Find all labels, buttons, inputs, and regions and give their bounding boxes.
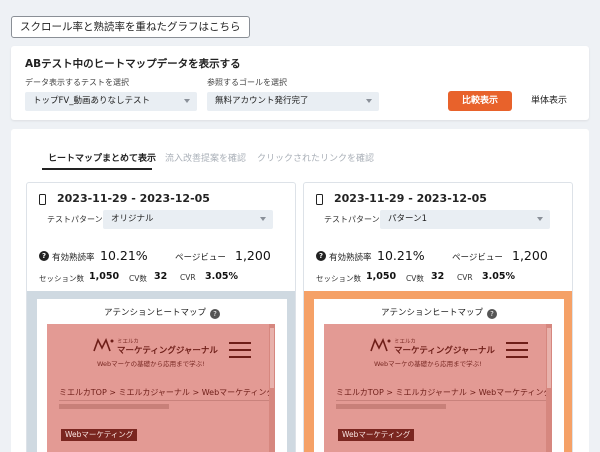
read-rate-value: 10.21% (377, 248, 425, 263)
heatmap-title-text: アテンションヒートマップ (103, 308, 206, 318)
logo-subtitle: Webマーケの基礎から応用まで学ぶ! (97, 360, 205, 368)
logo-text: マーケティングジャーナル (394, 346, 495, 356)
question-circle-icon[interactable]: ? (210, 309, 220, 319)
pattern-label: テストパターン (47, 215, 103, 224)
sessions-value: 1,050 (366, 271, 397, 282)
pageview-value: 1,200 (512, 248, 548, 263)
cvr-label: CVR (457, 273, 473, 282)
card-header: 2023-11-29 - 2023-12-05 テストパターン パターン1 ? … (304, 183, 572, 291)
graph-link-button[interactable]: スクロール率と熟読率を重ねたグラフはこちら (11, 16, 250, 38)
question-circle-icon[interactable]: ? (316, 251, 326, 261)
pattern-select[interactable]: パターン1 (380, 210, 550, 229)
date-range: 2023-11-29 - 2023-12-05 (57, 192, 210, 205)
category-tag[interactable]: Webマーケティング (61, 429, 138, 441)
logo-icon (93, 338, 114, 352)
read-rate-value: 10.21% (100, 248, 148, 263)
horizontal-scrollbar[interactable] (59, 404, 169, 409)
read-rate-label: 有効熟読率 (329, 253, 372, 263)
heatmap-title: アテンションヒートマップ? (37, 306, 287, 319)
goal-select-label: 参照するゴールを選択 (207, 78, 287, 87)
cv-value: 32 (154, 271, 168, 282)
panel-title: ABテスト中のヒートマップデータを表示する (25, 58, 241, 70)
comparison-card-original: 2023-11-29 - 2023-12-05 テストパターン オリジナル ? … (26, 182, 296, 452)
cv-value: 32 (431, 271, 445, 282)
logo-subtitle: Webマーケの基礎から応用まで学ぶ! (374, 360, 482, 368)
pattern-select[interactable]: オリジナル (103, 210, 273, 229)
question-circle-icon[interactable]: ? (39, 251, 49, 261)
test-select-label: データ表示するテストを選択 (25, 78, 129, 87)
horizontal-scrollbar[interactable] (336, 404, 446, 409)
tab-heatmap-summary[interactable]: ヒートマップまとめて表示 (48, 151, 156, 164)
goal-select-value: 無料アカウント発行完了 (215, 96, 309, 106)
hamburger-icon[interactable] (229, 342, 251, 358)
active-tab-indicator (42, 168, 152, 170)
chevron-down-icon (260, 217, 266, 221)
sessions-value: 1,050 (89, 271, 120, 282)
smartphone-icon (316, 194, 323, 205)
heatmap-title: アテンションヒートマップ? (314, 306, 564, 319)
pageview-value: 1,200 (235, 248, 271, 263)
tab-inflow-suggestions[interactable]: 流入改善提案を確認 (165, 151, 246, 164)
breadcrumb: ミエルカTOP > ミエルカジャーナル > Webマーケティング (336, 388, 552, 397)
breadcrumb-divider (336, 400, 546, 401)
heatmap-area: アテンションヒートマップ? ミエルカ マーケティングジャーナル Webマーケの基… (304, 291, 572, 452)
hamburger-icon[interactable] (506, 342, 528, 358)
cv-label: CV数 (129, 274, 147, 283)
card-header: 2023-11-29 - 2023-12-05 テストパターン オリジナル ? … (27, 183, 295, 291)
chevron-down-icon (184, 99, 190, 103)
ab-test-panel: ABテスト中のヒートマップデータを表示する データ表示するテストを選択 トップF… (11, 46, 589, 120)
breadcrumb: ミエルカTOP > ミエルカジャーナル > Webマーケティング (59, 388, 275, 397)
single-view-button[interactable]: 単体表示 (521, 91, 577, 111)
heatmap-area: アテンションヒートマップ? ミエルカ マーケティングジャーナル Webマーケの基… (27, 291, 295, 452)
pattern-select-value: オリジナル (111, 214, 154, 224)
pattern-select-value: パターン1 (388, 214, 427, 224)
comparison-card-pattern1: 2023-11-29 - 2023-12-05 テストパターン パターン1 ? … (303, 182, 573, 452)
smartphone-icon (39, 194, 46, 205)
test-select-value: トップFV_動画ありなしテスト (33, 96, 150, 106)
pageview-label: ページビュー (175, 253, 226, 263)
pattern-label: テストパターン (324, 215, 380, 224)
sessions-label: セッション数 (316, 274, 361, 283)
read-rate-label: 有効熟読率 (52, 253, 95, 263)
vertical-scrollbar[interactable] (269, 324, 275, 452)
scrollbar-thumb[interactable] (547, 328, 551, 388)
category-tag[interactable]: Webマーケティング (338, 429, 415, 441)
logo-icon (370, 338, 391, 352)
cvr-value: 3.05% (205, 271, 238, 282)
date-range: 2023-11-29 - 2023-12-05 (334, 192, 487, 205)
chevron-down-icon (537, 217, 543, 221)
tab-clicked-links[interactable]: クリックされたリンクを確認 (257, 151, 374, 164)
sessions-label: セッション数 (39, 274, 84, 283)
heatmap-frame: アテンションヒートマップ? ミエルカ マーケティングジャーナル Webマーケの基… (314, 299, 564, 452)
page-preview[interactable]: ミエルカ マーケティングジャーナル Webマーケの基礎から応用まで学ぶ! ミエル… (324, 324, 552, 452)
pageview-label: ページビュー (452, 253, 503, 263)
heatmap-frame: アテンションヒートマップ? ミエルカ マーケティングジャーナル Webマーケの基… (37, 299, 287, 452)
heatmap-title-text: アテンションヒートマップ (380, 308, 483, 318)
page-preview[interactable]: ミエルカ マーケティングジャーナル Webマーケの基礎から応用まで学ぶ! ミエル… (47, 324, 275, 452)
question-circle-icon[interactable]: ? (487, 309, 497, 319)
test-select[interactable]: トップFV_動画ありなしテスト (25, 92, 197, 111)
vertical-scrollbar[interactable] (546, 324, 552, 452)
cvr-label: CVR (180, 273, 196, 282)
logo-text: マーケティングジャーナル (117, 346, 218, 356)
scrollbar-thumb[interactable] (270, 328, 274, 388)
cv-label: CV数 (406, 274, 424, 283)
goal-select[interactable]: 無料アカウント発行完了 (207, 92, 379, 111)
cvr-value: 3.05% (482, 271, 515, 282)
compare-view-button[interactable]: 比較表示 (448, 91, 512, 111)
heatmap-main: ヒートマップまとめて表示 流入改善提案を確認 クリックされたリンクを確認 202… (11, 129, 589, 452)
breadcrumb-divider (59, 400, 269, 401)
chevron-down-icon (366, 99, 372, 103)
